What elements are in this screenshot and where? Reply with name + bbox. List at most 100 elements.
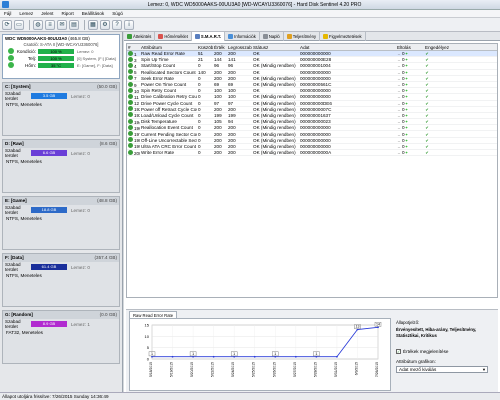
- offset-cell[interactable]: –0+: [396, 88, 424, 93]
- checkbox-icon[interactable]: ✓: [396, 349, 401, 354]
- offset-cell[interactable]: –0+: [396, 107, 424, 112]
- offset-cell[interactable]: –0+: [396, 51, 424, 56]
- col-enable[interactable]: Engedélyez: [424, 45, 450, 50]
- enable-cell[interactable]: ✔: [424, 125, 450, 130]
- chart-icon[interactable]: ▦: [88, 19, 98, 30]
- offset-cell[interactable]: –0+: [396, 94, 424, 99]
- enable-cell[interactable]: ✔: [424, 88, 450, 93]
- enable-cell[interactable]: ✔: [424, 150, 450, 155]
- enable-cell[interactable]: ✔: [424, 113, 450, 118]
- enable-cell[interactable]: ✔: [424, 70, 450, 75]
- enabled-check-icon[interactable]: ✔: [425, 132, 429, 137]
- enable-cell[interactable]: ✔: [424, 63, 450, 68]
- minus-icon[interactable]: –: [397, 120, 401, 124]
- enabled-check-icon[interactable]: ✔: [425, 76, 429, 81]
- tab-overview[interactable]: Áttekintés: [124, 32, 156, 41]
- menu-help[interactable]: Súgó: [112, 11, 123, 16]
- plus-icon[interactable]: +: [405, 52, 409, 56]
- plus-icon[interactable]: +: [405, 70, 409, 75]
- enable-cell[interactable]: ✔: [424, 119, 450, 124]
- menu-export[interactable]: Riport: [61, 11, 73, 16]
- enabled-check-icon[interactable]: ✔: [425, 120, 429, 124]
- tab-information[interactable]: Információk: [225, 32, 260, 41]
- enable-cell[interactable]: ✔: [424, 101, 450, 106]
- minus-icon[interactable]: –: [397, 138, 401, 143]
- minus-icon[interactable]: –: [397, 144, 401, 149]
- plus-icon[interactable]: +: [405, 89, 409, 93]
- menu-file[interactable]: Fájl: [4, 11, 11, 16]
- offset-cell[interactable]: –0+: [396, 138, 424, 143]
- refresh-icon[interactable]: ⟳: [2, 19, 12, 30]
- offset-cell[interactable]: –0+: [396, 76, 424, 81]
- plus-icon[interactable]: +: [405, 83, 409, 87]
- menu-settings[interactable]: Beállítások: [82, 11, 104, 16]
- enabled-check-icon[interactable]: ✔: [425, 126, 429, 130]
- col-worst[interactable]: Legrosszabb: [227, 45, 252, 50]
- minus-icon[interactable]: –: [397, 83, 401, 87]
- tab-smart[interactable]: S.M.A.R.T.: [191, 32, 226, 41]
- table-row[interactable]: 200Write Error Rate0200200OK (Mindig ren…: [127, 149, 497, 157]
- plus-icon[interactable]: +: [405, 58, 409, 62]
- enable-cell[interactable]: ✔: [424, 51, 450, 56]
- plus-icon[interactable]: +: [405, 144, 409, 149]
- partition-f[interactable]: F: [Data] (357.4 GB) Szabad terület 61.4 G…: [2, 253, 120, 307]
- enabled-check-icon[interactable]: ✔: [425, 101, 429, 106]
- offset-cell[interactable]: –0+: [396, 113, 424, 118]
- partition-c[interactable]: C: [System] (50.0 GB) Szabad terület 3.5 G…: [2, 82, 120, 136]
- plus-icon[interactable]: +: [405, 76, 409, 81]
- minus-icon[interactable]: –: [397, 89, 401, 93]
- show-values-checkbox[interactable]: ✓ Értékek megjelenítése: [396, 349, 496, 354]
- minus-icon[interactable]: –: [397, 113, 401, 118]
- enabled-check-icon[interactable]: ✔: [425, 83, 429, 87]
- minus-icon[interactable]: –: [397, 70, 401, 75]
- enable-cell[interactable]: ✔: [424, 107, 450, 112]
- enabled-check-icon[interactable]: ✔: [425, 138, 429, 143]
- minus-icon[interactable]: –: [397, 76, 401, 81]
- plus-icon[interactable]: +: [405, 107, 409, 112]
- plus-icon[interactable]: +: [405, 138, 409, 143]
- enable-cell[interactable]: ✔: [424, 144, 450, 149]
- minus-icon[interactable]: –: [397, 58, 401, 62]
- col-data[interactable]: Adat: [299, 45, 396, 50]
- enabled-check-icon[interactable]: ✔: [425, 89, 429, 93]
- col-id[interactable]: #: [127, 45, 140, 50]
- enable-cell[interactable]: ✔: [424, 82, 450, 87]
- enable-cell[interactable]: ✔: [424, 76, 450, 81]
- chevron-down-icon[interactable]: ▼: [481, 367, 487, 373]
- enable-cell[interactable]: ✔: [424, 94, 450, 99]
- plus-icon[interactable]: +: [405, 95, 409, 99]
- col-threshold[interactable]: Küszöb: [197, 45, 213, 50]
- globe-icon[interactable]: ◍: [33, 19, 43, 30]
- minus-icon[interactable]: –: [397, 107, 401, 112]
- col-status[interactable]: Státusz: [252, 45, 299, 50]
- disk-icon[interactable]: ▭: [14, 19, 24, 30]
- offset-cell[interactable]: –0+: [396, 150, 424, 155]
- col-value[interactable]: Érték: [213, 45, 227, 50]
- col-attribute[interactable]: Attribútum: [140, 45, 197, 50]
- disk-summary[interactable]: WDC WD5000AAKS-00UU3A0 (465.8 GB) Csatol…: [2, 34, 120, 79]
- plus-icon[interactable]: +: [405, 64, 409, 68]
- enable-cell[interactable]: ✔: [424, 57, 450, 62]
- minus-icon[interactable]: –: [397, 101, 401, 106]
- offset-cell[interactable]: –0+: [396, 70, 424, 75]
- offset-cell[interactable]: –0+: [396, 125, 424, 130]
- offset-cell[interactable]: –0+: [396, 144, 424, 149]
- partition-d[interactable]: D: [Raw] (8.6 GB) Szabad terület 6.6 GB Lem…: [2, 139, 120, 193]
- tab-alerts[interactable]: Figyelmeztetések: [320, 32, 366, 41]
- tab-log[interactable]: Napló: [260, 32, 284, 41]
- col-offset[interactable]: Eltolás: [396, 45, 424, 50]
- tab-temperature[interactable]: Hőmérséklet: [155, 32, 192, 41]
- info-icon[interactable]: i: [124, 19, 134, 30]
- print-icon[interactable]: ▤: [69, 19, 79, 30]
- minus-icon[interactable]: –: [397, 151, 401, 155]
- offset-cell[interactable]: –0+: [396, 119, 424, 124]
- plus-icon[interactable]: +: [405, 113, 409, 118]
- offset-cell[interactable]: –0+: [396, 82, 424, 87]
- plus-icon[interactable]: +: [405, 120, 409, 124]
- settings-icon[interactable]: ⚙: [100, 19, 110, 30]
- graph-select[interactable]: Adat mező kiválás ▼: [396, 366, 488, 373]
- plus-icon[interactable]: +: [405, 151, 409, 155]
- plus-icon[interactable]: +: [405, 101, 409, 106]
- minus-icon[interactable]: –: [397, 95, 401, 99]
- partition-g[interactable]: G: [Random] (0.0 GB) Szabad terület 8.9 GB…: [2, 310, 120, 364]
